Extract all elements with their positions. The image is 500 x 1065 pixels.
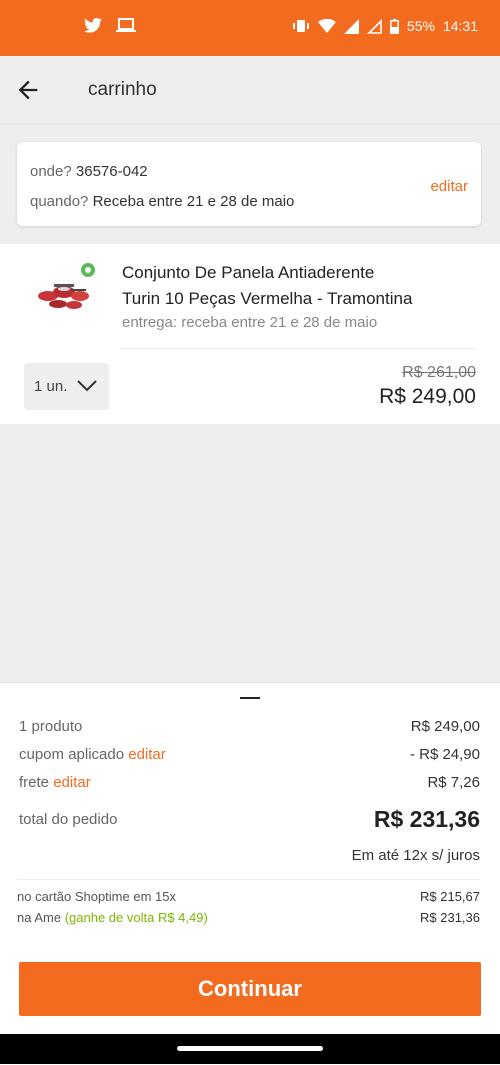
battery-icon <box>389 18 399 34</box>
vibrate-icon <box>292 19 310 33</box>
twitter-icon <box>84 18 102 33</box>
summary-coupon-row: cupom aplicado editar - R$ 24,90 <box>19 746 480 763</box>
quantity-select[interactable]: 1 un. <box>24 363 109 410</box>
product-name-line2: Turin 10 Peças Vermelha - Tramontina <box>122 289 413 308</box>
total-value: R$ 231,36 <box>373 806 480 832</box>
back-arrow-icon[interactable] <box>14 76 42 104</box>
status-bar: 55% 14:31 <box>0 0 500 56</box>
chevron-down-icon <box>76 377 98 398</box>
app-header: carrinho <box>0 56 500 125</box>
total-label: total do pedido <box>19 811 118 828</box>
home-gesture-bar[interactable] <box>177 1046 323 1051</box>
signal-icon <box>343 18 359 34</box>
clock: 14:31 <box>442 18 478 34</box>
ame-cashback: (ganhe de volta R$ 4,49) <box>64 910 208 925</box>
shipping-label: frete <box>19 774 50 791</box>
cep-value: 36576-042 <box>75 163 148 180</box>
battery-percentage: 55% <box>406 18 435 34</box>
page-title: carrinho <box>88 79 157 100</box>
laptop-icon <box>116 18 136 33</box>
wifi-icon <box>317 19 336 33</box>
divider <box>122 348 476 349</box>
coupon-discount: - R$ 24,90 <box>409 746 480 763</box>
delivery-where: onde? 36576-042 <box>30 163 148 180</box>
products-value: R$ 249,00 <box>410 718 480 735</box>
cart-item: Conjunto De Panela Antiaderente Turin 10… <box>0 244 500 424</box>
card-label: no cartão Shoptime em 15x <box>17 889 176 904</box>
continue-button[interactable]: Continuar <box>19 962 481 1016</box>
product-thumbnail[interactable] <box>34 262 98 312</box>
ame-label: na Ame <box>17 910 62 925</box>
delivery-when: quando? Receba entre 21 e 28 de maio <box>30 193 294 210</box>
coupon-label: cupom aplicado <box>19 746 125 763</box>
signal-outline-icon <box>366 18 382 34</box>
installments-note: Em até 12x s/ juros <box>351 847 480 864</box>
products-label: 1 produto <box>19 718 83 735</box>
shipping-value: R$ 7,26 <box>427 774 480 791</box>
ame-payment-row: na Ame (ganhe de volta R$ 4,49) R$ 231,3… <box>17 910 480 925</box>
system-nav-bar <box>0 1034 500 1064</box>
product-delivery-note: entrega: receba entre 21 e 28 de maio <box>122 314 378 331</box>
drag-handle[interactable] <box>240 697 260 699</box>
quantity-value: 1 un. <box>34 378 68 395</box>
edit-coupon-link[interactable]: editar <box>128 746 166 763</box>
summary-shipping-row: frete editar R$ 7,26 <box>19 774 480 791</box>
order-summary-panel: 1 produto R$ 249,00 cupom aplicado edita… <box>0 682 500 1065</box>
old-price: R$ 261,00 <box>402 364 476 381</box>
divider <box>17 879 480 880</box>
where-label: onde? <box>30 163 72 180</box>
ame-value: R$ 231,36 <box>420 910 480 925</box>
product-name-line1: Conjunto De Panela Antiaderente <box>122 263 375 282</box>
card-value: R$ 215,67 <box>420 889 480 904</box>
when-label: quando? <box>30 193 89 210</box>
card-payment-row: no cartão Shoptime em 15x R$ 215,67 <box>17 889 480 904</box>
product-name[interactable]: Conjunto De Panela Antiaderente Turin 10… <box>122 260 462 312</box>
edit-shipping-link[interactable]: editar <box>53 774 91 791</box>
product-price: R$ 249,00 <box>379 385 476 408</box>
delivery-card: onde? 36576-042 quando? Receba entre 21 … <box>17 142 481 226</box>
edit-delivery-link[interactable]: editar <box>430 178 468 195</box>
summary-products-row: 1 produto R$ 249,00 <box>19 718 480 735</box>
when-value: Receba entre 21 e 28 de maio <box>92 193 295 210</box>
